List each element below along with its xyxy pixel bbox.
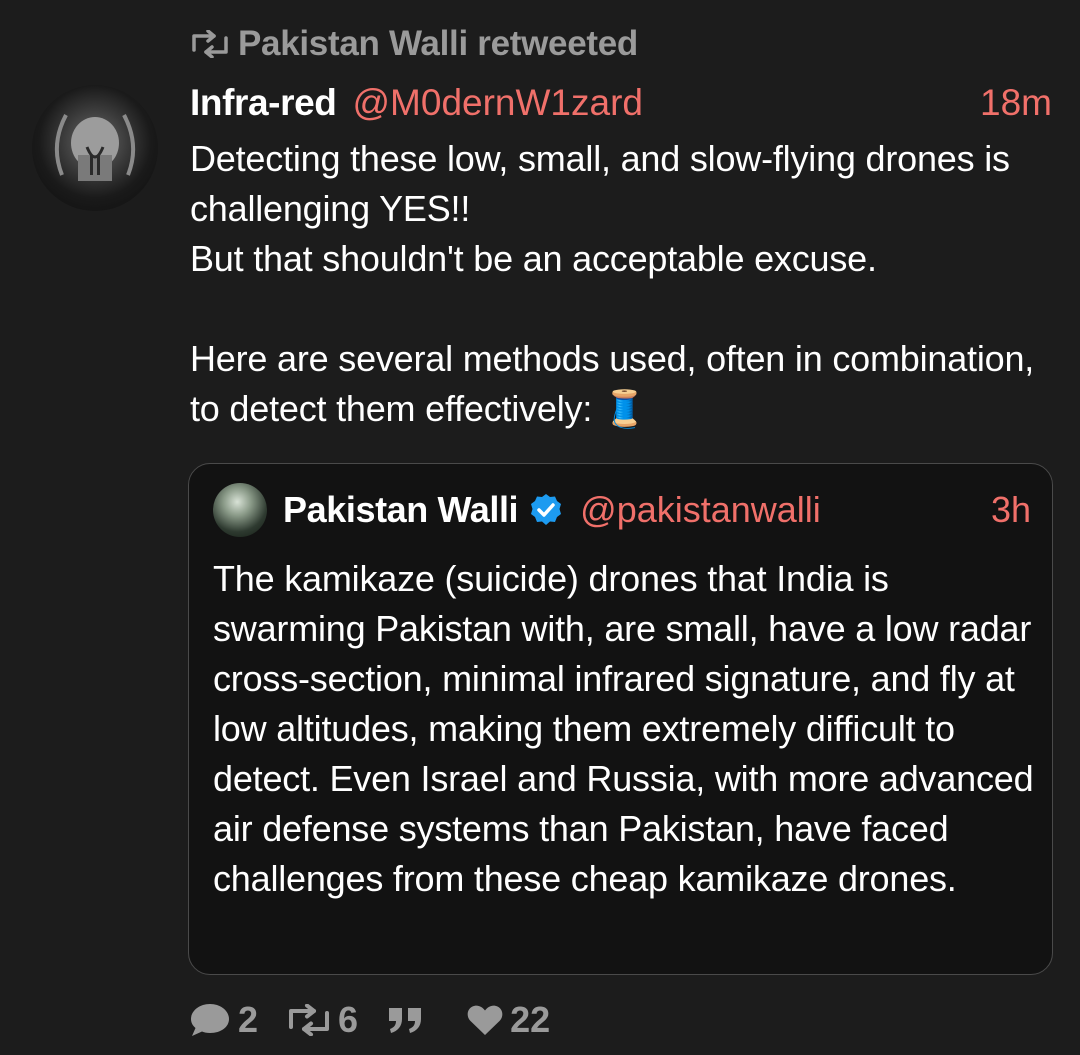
tweet-line: But that shouldn't be an acceptable excu… <box>190 238 877 279</box>
like-button[interactable]: 22 <box>466 999 550 1041</box>
reply-icon <box>191 1004 229 1036</box>
retweet-context[interactable]: Pakistan Walli retweeted <box>190 24 638 64</box>
tweet-header: Infra-red @M0dernW1zard 18m <box>190 78 1052 128</box>
tweet-line: Detecting these low, small, and slow-fly… <box>190 138 1010 229</box>
quoted-author-display-name[interactable]: Pakistan Walli <box>283 489 519 531</box>
quoted-author-avatar[interactable] <box>213 483 267 537</box>
tweet-body: Detecting these low, small, and slow-fly… <box>190 134 1060 434</box>
author-handle[interactable]: @M0dernW1zard <box>352 82 643 124</box>
retweet-icon <box>192 30 228 58</box>
tweet-line: Here are several methods used, often in … <box>190 338 1035 429</box>
laurel-mask-icon <box>54 114 136 181</box>
quoted-tweet-header: Pakistan Walli @pakistanwalli 3h <box>213 483 1031 537</box>
retweet-button[interactable]: 6 <box>286 999 358 1041</box>
reply-count: 2 <box>238 999 259 1040</box>
quoted-tweet-card[interactable]: Pakistan Walli @pakistanwalli 3h The kam… <box>188 463 1053 975</box>
tweet-actions: 2 6 22 <box>188 995 578 1045</box>
heart-icon <box>467 1005 503 1035</box>
author-display-name[interactable]: Infra-red <box>190 82 337 124</box>
author-avatar[interactable] <box>32 85 158 211</box>
quote-button[interactable] <box>386 1005 432 1035</box>
retweet-label: Pakistan Walli retweeted <box>238 24 638 63</box>
verified-badge-icon <box>528 492 564 528</box>
quote-icon <box>389 1008 422 1033</box>
reply-button[interactable]: 2 <box>188 999 258 1041</box>
like-count: 22 <box>510 999 551 1040</box>
retweet-icon <box>289 1004 330 1036</box>
quoted-tweet-timestamp[interactable]: 3h <box>991 489 1031 531</box>
quoted-author-handle[interactable]: @pakistanwalli <box>580 489 821 531</box>
retweet-count: 6 <box>338 999 359 1040</box>
tweet-timestamp[interactable]: 18m <box>980 82 1052 124</box>
quoted-tweet-body: The kamikaze (suicide) drones that India… <box>213 558 1034 899</box>
